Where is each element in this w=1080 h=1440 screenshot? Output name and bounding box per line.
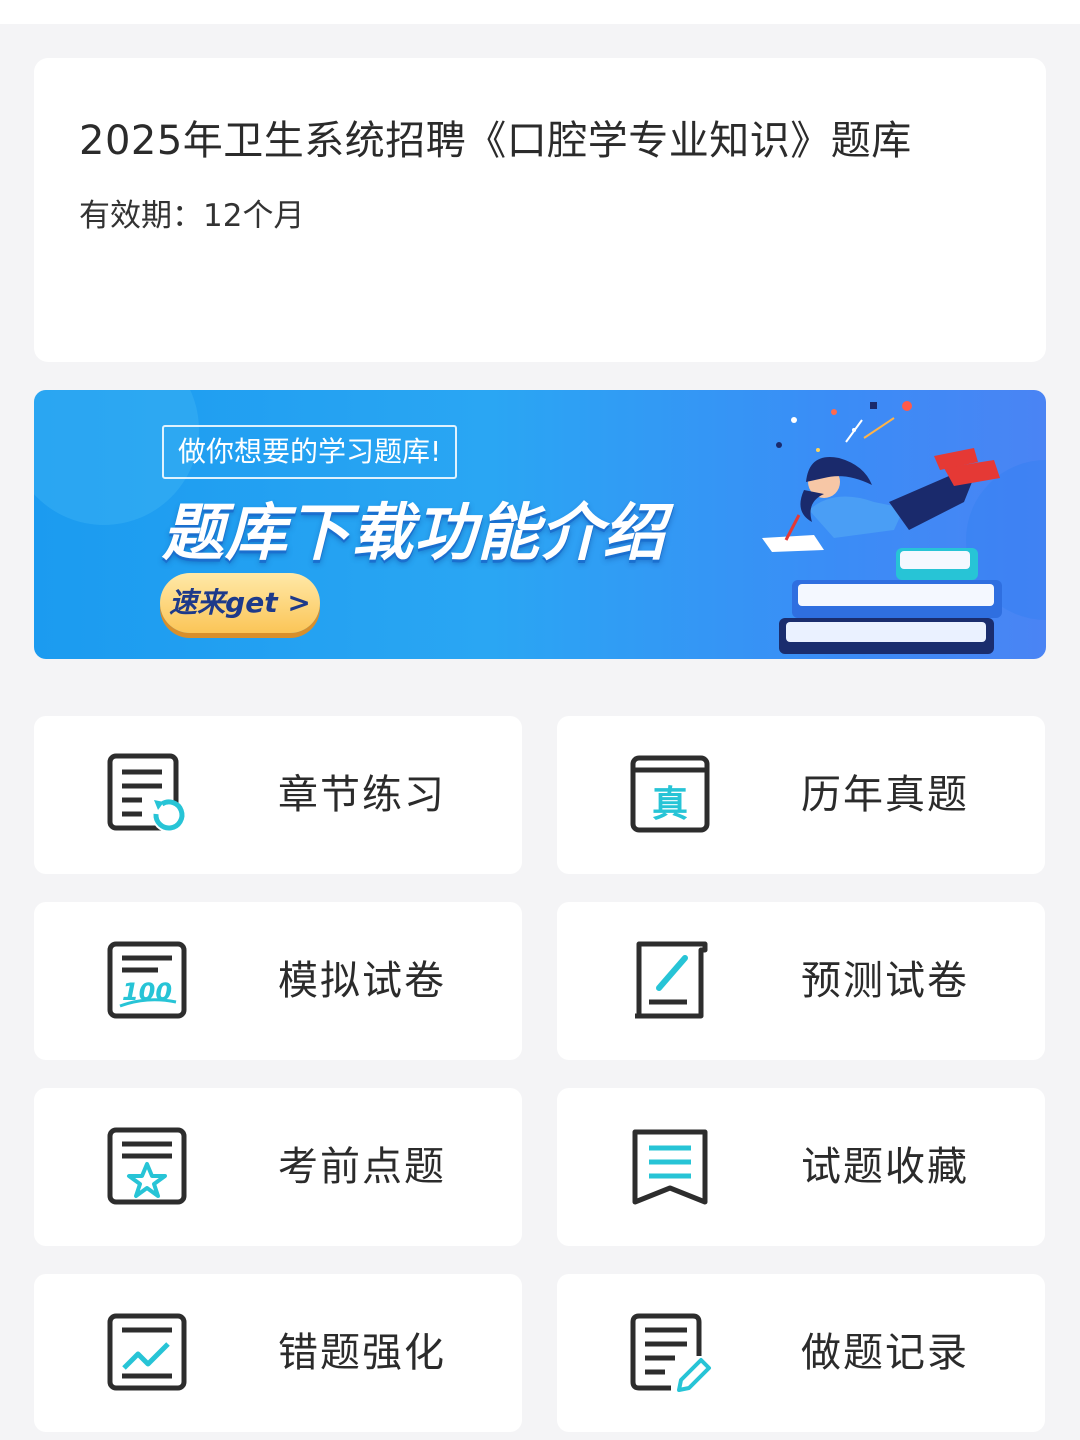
pre-exam-tips-icon xyxy=(107,1127,187,1205)
svg-text:真: 真 xyxy=(652,784,688,825)
status-bar-strip xyxy=(0,0,1080,24)
course-title: 2025年卫生系统招聘《口腔学专业知识》题库 xyxy=(79,118,912,164)
banner-cta-button[interactable]: 速来get > xyxy=(160,573,320,633)
menu-item-chapter-practice[interactable]: 章节练习 xyxy=(34,716,522,874)
menu-label: 章节练习 xyxy=(278,772,446,818)
wrong-questions-icon xyxy=(107,1313,187,1391)
menu-item-mock-paper[interactable]: 100 模拟试卷 xyxy=(34,902,522,1060)
promo-banner[interactable]: 做你想要的学习题库! 题库下载功能介绍 速来get > xyxy=(34,390,1046,659)
menu-item-past-exams[interactable]: 真 历年真题 xyxy=(557,716,1045,874)
past-exams-icon: 真 xyxy=(630,755,710,833)
menu-label: 考前点题 xyxy=(278,1144,446,1190)
menu-item-wrong-questions[interactable]: 错题强化 xyxy=(34,1274,522,1432)
favorites-icon xyxy=(632,1129,708,1205)
menu-label: 做题记录 xyxy=(801,1330,969,1376)
menu-item-practice-record[interactable]: 做题记录 xyxy=(557,1274,1045,1432)
menu-label: 试题收藏 xyxy=(801,1144,969,1190)
menu-label: 预测试卷 xyxy=(801,958,969,1004)
menu-label: 错题强化 xyxy=(278,1330,446,1376)
forecast-paper-icon xyxy=(635,941,708,1019)
menu-label: 历年真题 xyxy=(801,772,969,818)
menu-item-favorites[interactable]: 试题收藏 xyxy=(557,1088,1045,1246)
course-info-card: 2025年卫生系统招聘《口腔学专业知识》题库 有效期：12个月 xyxy=(34,58,1046,362)
validity-text: 有效期：12个月 xyxy=(79,198,305,234)
menu-item-forecast-paper[interactable]: 预测试卷 xyxy=(557,902,1045,1060)
menu-item-pre-exam-tips[interactable]: 考前点题 xyxy=(34,1088,522,1246)
banner-tagline: 做你想要的学习题库! xyxy=(162,425,458,479)
mock-paper-icon: 100 xyxy=(107,941,187,1019)
chapter-practice-icon xyxy=(107,753,185,832)
practice-record-icon xyxy=(630,1313,711,1392)
banner-headline: 题库下载功能介绍 xyxy=(162,496,667,569)
menu-label: 模拟试卷 xyxy=(278,958,446,1004)
